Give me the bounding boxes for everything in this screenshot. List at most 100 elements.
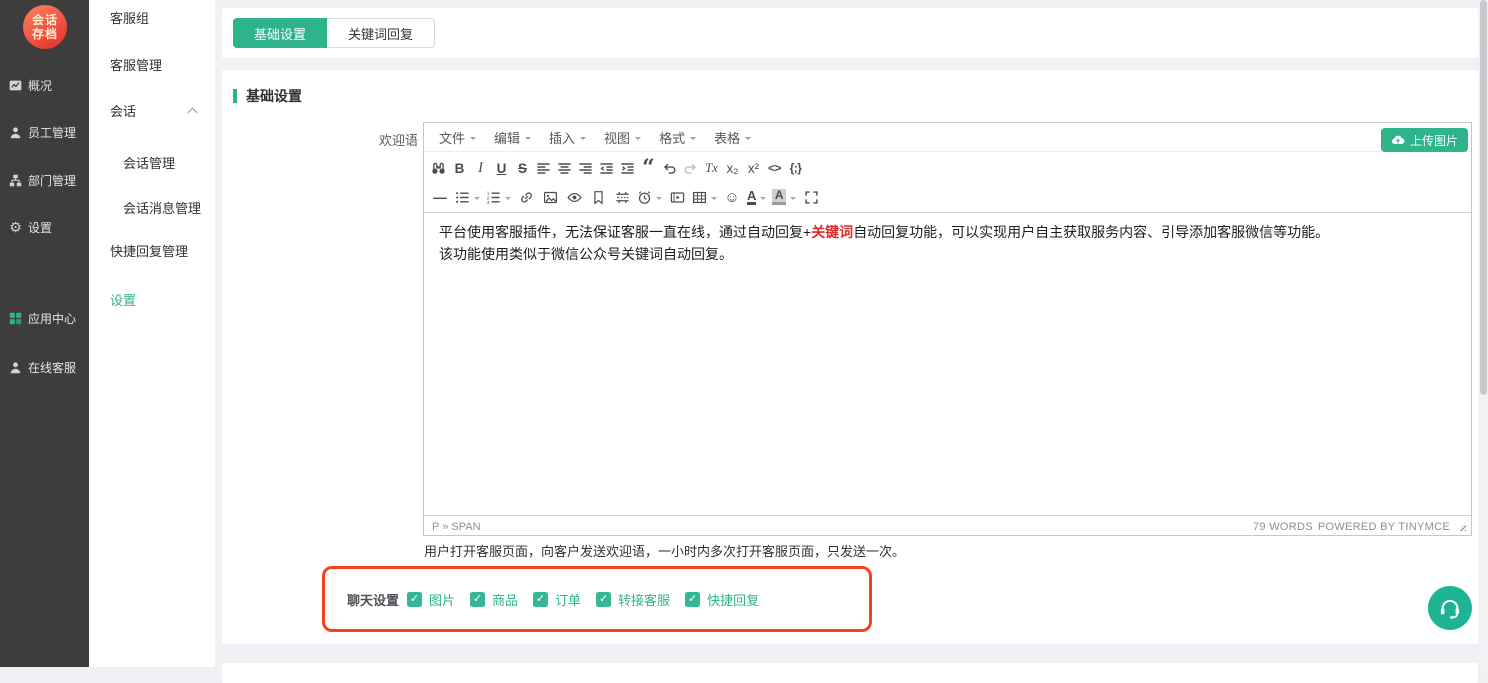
editor-menu-insert[interactable]: 插入 xyxy=(540,124,595,151)
app-logo[interactable]: 会话 存档 xyxy=(23,5,67,49)
chat-option-order[interactable]: ✓ 订单 xyxy=(533,590,581,609)
chat-option-transfer[interactable]: ✓ 转接客服 xyxy=(596,590,670,609)
numbered-list-button[interactable] xyxy=(485,186,512,208)
underline-button[interactable]: U xyxy=(492,157,512,179)
submenu-item-quick-reply-management[interactable]: 快捷回复管理 xyxy=(110,244,188,260)
italic-button[interactable]: I xyxy=(471,157,491,179)
submenu-item-sessions[interactable]: 会话 xyxy=(110,104,136,120)
editor-content[interactable]: 平台使用客服插件，无法保证客服一直在线，通过自动回复+关键词自动回复功能，可以实… xyxy=(424,213,1471,515)
tinymce-branding[interactable]: POWERED BY TINYMCE xyxy=(1318,521,1450,533)
fullscreen-button[interactable] xyxy=(801,186,821,208)
checkbox-checked-icon[interactable]: ✓ xyxy=(596,592,611,607)
chat-option-image[interactable]: ✓ 图片 xyxy=(407,590,455,609)
resize-handle[interactable] xyxy=(1457,522,1466,531)
preview-button[interactable] xyxy=(564,186,584,208)
bullet-list-icon xyxy=(455,190,470,205)
align-right-button[interactable] xyxy=(576,157,596,179)
superscript-button[interactable]: x² xyxy=(744,157,764,179)
code-sample-icon: {;} xyxy=(790,161,802,175)
sidebar-item-settings[interactable]: ⚙ 设置 xyxy=(9,217,52,237)
bg-color-button[interactable]: A xyxy=(771,186,797,208)
code-icon: <> xyxy=(768,161,781,175)
editor-toolbar: B I U S “ Tx x₂ x² <> {;} xyxy=(424,152,1471,213)
link-icon xyxy=(519,190,534,205)
sidebar-item-staff[interactable]: 员工管理 xyxy=(9,122,76,142)
media-icon xyxy=(670,190,685,205)
upload-image-button[interactable]: 上传图片 xyxy=(1381,128,1468,152)
page-scrollbar[interactable] xyxy=(1479,0,1488,667)
bold-button[interactable]: B xyxy=(450,157,470,179)
strikethrough-button[interactable]: S xyxy=(513,157,533,179)
eye-icon xyxy=(567,190,582,205)
checkbox-checked-icon[interactable]: ✓ xyxy=(533,592,548,607)
code-button[interactable]: <> xyxy=(765,157,785,179)
submenu-item-session-management[interactable]: 会话管理 xyxy=(123,156,175,172)
align-center-icon xyxy=(557,161,572,176)
submenu-item-service-groups[interactable]: 客服组 xyxy=(110,11,149,27)
outdent-button[interactable] xyxy=(597,157,617,179)
tab-keyword-reply[interactable]: 关键词回复 xyxy=(327,18,435,48)
text-color-button[interactable]: A xyxy=(746,186,767,208)
scrollbar-thumb[interactable] xyxy=(1480,0,1487,395)
editor-menu-format[interactable]: 格式 xyxy=(650,124,705,151)
element-path[interactable]: P » SPAN xyxy=(432,521,481,533)
editor-status-bar: P » SPAN 79 WORDS POWERED BY TINYMCE xyxy=(424,515,1471,537)
redo-button[interactable] xyxy=(681,157,701,179)
image-button[interactable] xyxy=(540,186,560,208)
submenu-item-service-management[interactable]: 客服管理 xyxy=(110,58,162,74)
page-break-button[interactable] xyxy=(612,186,632,208)
chat-option-label: 快捷回复 xyxy=(707,590,759,609)
undo-button[interactable] xyxy=(660,157,680,179)
checkbox-checked-icon[interactable]: ✓ xyxy=(407,592,422,607)
table-button[interactable] xyxy=(691,186,718,208)
checkbox-checked-icon[interactable]: ✓ xyxy=(470,592,485,607)
sidebar-item-overview[interactable]: 概况 xyxy=(9,75,52,95)
chevron-down-icon xyxy=(525,137,531,143)
italic-icon: I xyxy=(478,160,483,177)
clear-formatting-button[interactable]: Tx xyxy=(702,157,722,179)
blockquote-button[interactable]: “ xyxy=(639,157,659,179)
chat-option-product[interactable]: ✓ 商品 xyxy=(470,590,518,609)
editor-menu-table[interactable]: 表格 xyxy=(705,124,760,151)
menu-label: 文件 xyxy=(439,128,465,147)
horizontal-rule-icon: — xyxy=(433,190,447,205)
editor-menu-view[interactable]: 视图 xyxy=(595,124,650,151)
chevron-up-icon[interactable] xyxy=(188,108,198,118)
sidebar-item-app-center[interactable]: 应用中心 xyxy=(9,308,76,328)
tab-card: 基础设置 关键词回复 xyxy=(222,8,1478,58)
chevron-down-icon xyxy=(580,137,586,143)
checkbox-checked-icon[interactable]: ✓ xyxy=(685,592,700,607)
tab-basic-settings[interactable]: 基础设置 xyxy=(233,18,327,48)
welcome-hint-text: 用户打开客服页面，向客户发送欢迎语，一小时内多次打开客服页面，只发送一次。 xyxy=(424,541,905,560)
horizontal-rule-button[interactable]: — xyxy=(430,186,450,208)
subscript-button[interactable]: x₂ xyxy=(723,157,743,179)
anchor-button[interactable] xyxy=(588,186,608,208)
align-left-button[interactable] xyxy=(534,157,554,179)
find-replace-button[interactable] xyxy=(429,157,449,179)
align-center-button[interactable] xyxy=(555,157,575,179)
link-button[interactable] xyxy=(516,186,536,208)
emoji-button[interactable]: ☺ xyxy=(722,186,742,208)
submenu-item-session-messages[interactable]: 会话消息管理 xyxy=(123,201,201,217)
editor-menu-file[interactable]: 文件 xyxy=(430,124,485,151)
chat-settings-row: 聊天设置 ✓ 图片 ✓ 商品 ✓ 订单 ✓ 转接客服 xyxy=(222,590,759,609)
chat-option-quick-reply[interactable]: ✓ 快捷回复 xyxy=(685,590,759,609)
datetime-button[interactable] xyxy=(636,186,663,208)
sidebar-item-online-service[interactable]: 在线客服 xyxy=(9,357,76,377)
next-section-card xyxy=(222,663,1478,683)
toolbar-row-2: — ☺ A A xyxy=(428,183,1467,211)
sidebar-item-departments[interactable]: 部门管理 xyxy=(9,170,76,190)
bullet-list-button[interactable] xyxy=(454,186,481,208)
media-button[interactable] xyxy=(667,186,687,208)
customer-service-float-button[interactable] xyxy=(1428,586,1472,630)
sidebar-item-label: 员工管理 xyxy=(28,124,76,141)
submenu-item-settings-active[interactable]: 设置 xyxy=(110,293,136,309)
keyword-highlight: 关键词 xyxy=(811,224,853,240)
section-header: 基础设置 xyxy=(233,86,302,106)
tab-group: 基础设置 关键词回复 xyxy=(233,18,435,48)
indent-button[interactable] xyxy=(618,157,638,179)
agent-icon xyxy=(9,361,22,374)
editor-menu-edit[interactable]: 编辑 xyxy=(485,124,540,151)
code-sample-button[interactable]: {;} xyxy=(786,157,806,179)
emoji-icon: ☺ xyxy=(724,189,739,206)
